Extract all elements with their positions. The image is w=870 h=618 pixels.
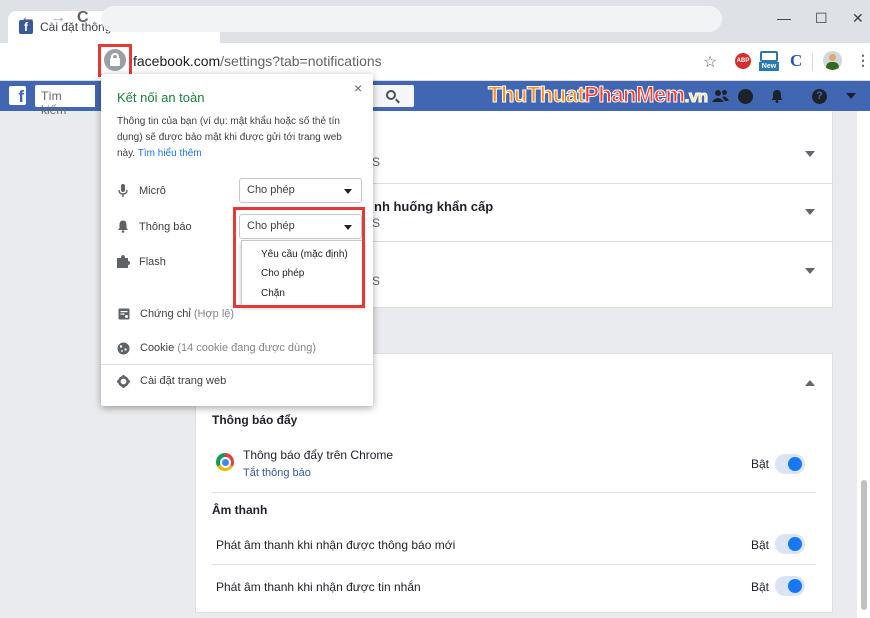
permission-label: Micrô: [139, 185, 166, 197]
emergency-row-title: nh huống khẩn cấp: [374, 199, 494, 214]
adblock-extension-icon[interactable]: ABP: [735, 53, 751, 69]
highlight-dropdown: [233, 207, 365, 308]
bell-icon: [118, 220, 128, 233]
expand-chevron-icon[interactable]: [805, 209, 815, 215]
messenger-icon[interactable]: [738, 89, 753, 104]
cookie-link[interactable]: Cookie (14 cookie đang được dùng): [140, 342, 316, 354]
search-icon: [386, 90, 396, 100]
microphone-permission-select[interactable]: Cho phép: [239, 178, 362, 203]
toggle-state-label: Bật: [751, 538, 770, 552]
notifications-bell-icon[interactable]: [770, 89, 784, 103]
popup-close-icon[interactable]: ×: [354, 80, 362, 96]
profile-avatar[interactable]: [823, 51, 842, 70]
chrome-icon: [216, 453, 234, 471]
bookmark-star-icon[interactable]: ☆: [703, 52, 717, 72]
browser-menu-icon[interactable]: ⋮: [856, 52, 870, 69]
connection-secure-title: Kết nối an toàn: [117, 90, 205, 105]
chrome-push-label: Thông báo đẩy trên Chrome: [243, 448, 394, 462]
scrollbar[interactable]: [861, 480, 867, 610]
push-section-title: Thông báo đẩy: [212, 413, 298, 427]
c-extension-icon[interactable]: C: [790, 51, 802, 71]
highlight-lock: [98, 44, 132, 77]
minimize-button[interactable]: —: [777, 10, 791, 26]
address-bar[interactable]: [101, 6, 722, 32]
facebook-logo-icon[interactable]: f: [9, 86, 26, 105]
friends-icon[interactable]: [712, 89, 729, 103]
connection-description: Thông tin của bạn (ví dụ: mật khẩu hoặc …: [117, 116, 342, 159]
toolbar-separator: [812, 53, 813, 71]
row-divider: [212, 564, 816, 565]
reload-button[interactable]: C: [77, 9, 89, 27]
sound-message-label: Phát âm thanh khi nhận được tin nhắn: [216, 580, 421, 594]
facebook-search-input[interactable]: Tìm kiếm: [35, 85, 95, 117]
turn-off-notifications-link[interactable]: Tắt thông báo: [243, 467, 311, 479]
popup-divider: [101, 364, 373, 365]
maximize-button[interactable]: ☐: [815, 10, 828, 27]
toggle-state-label: Bật: [751, 580, 770, 594]
row-divider: [212, 492, 816, 493]
help-icon[interactable]: ?: [812, 89, 827, 104]
sound-new-notification-label: Phát âm thanh khi nhận được thông báo mớ…: [216, 538, 456, 552]
back-button[interactable]: ←: [20, 9, 36, 27]
chrome-push-toggle[interactable]: [775, 454, 805, 474]
account-menu-chevron-icon[interactable]: [846, 93, 856, 99]
url-text[interactable]: facebook.com/settings?tab=notifications: [133, 53, 382, 69]
sound-section-title: Âm thanh: [212, 503, 268, 517]
site-settings-link[interactable]: Cài đặt trang web: [140, 375, 226, 387]
sound-message-toggle[interactable]: [775, 576, 805, 596]
sound-new-notification-toggle[interactable]: [775, 534, 805, 554]
certificate-link[interactable]: Chứng chỉ (Hợp lệ): [140, 308, 234, 320]
permission-label: Thông báo: [139, 221, 192, 233]
facebook-search-button[interactable]: [372, 85, 414, 107]
row-subtext: S: [372, 216, 381, 230]
toggle-state-label: Bật: [751, 457, 770, 471]
expand-chevron-icon[interactable]: [805, 151, 815, 157]
row-subtext: S: [372, 274, 381, 288]
cookie-icon: [117, 342, 130, 355]
expand-chevron-icon[interactable]: [805, 268, 815, 274]
collapse-chevron-icon[interactable]: [805, 380, 815, 386]
permission-label: Flash: [139, 256, 166, 268]
gear-icon: [117, 375, 130, 388]
close-window-button[interactable]: ✕: [852, 10, 864, 27]
watermark-logo: ThuThuatPhanMem.vn: [487, 82, 708, 108]
forward-button[interactable]: →: [50, 9, 66, 27]
microphone-icon: [118, 184, 128, 197]
learn-more-link[interactable]: Tìm hiểu thêm: [138, 148, 202, 159]
puzzle-icon: [117, 255, 130, 268]
certificate-icon: [118, 308, 130, 320]
row-subtext: S: [372, 155, 381, 169]
new-extension-icon[interactable]: New: [759, 50, 779, 72]
